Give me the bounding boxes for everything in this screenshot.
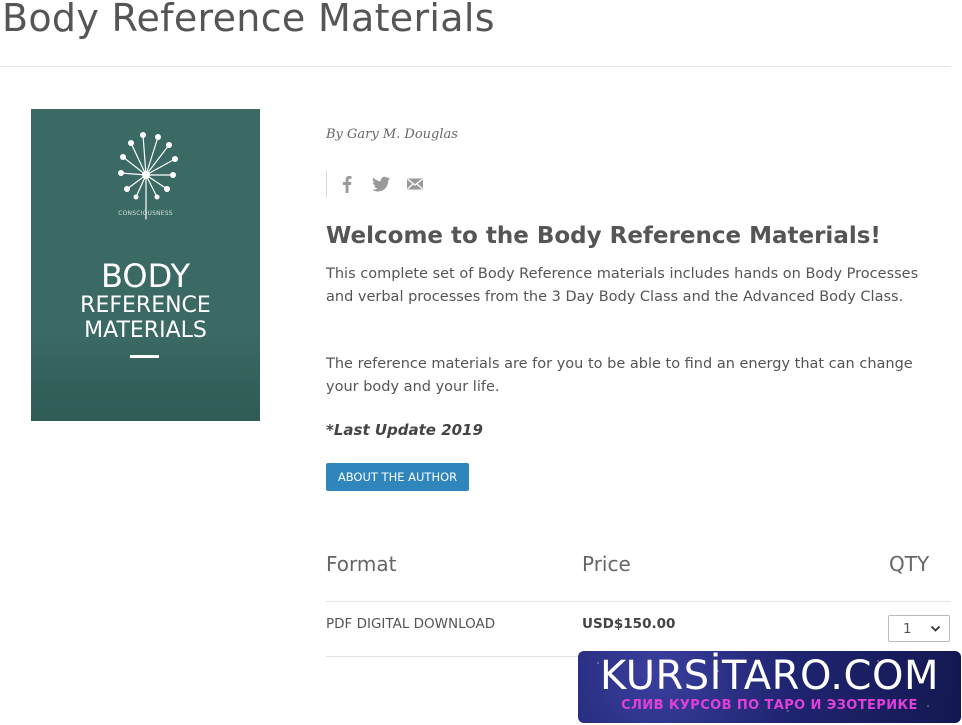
watermark-banner: KURSİTARO.COM СЛИВ КУРСОВ ПО ТАРО И ЭЗОТ… — [578, 651, 961, 723]
price-cell: USD$150.00 — [582, 616, 676, 632]
quantity-select[interactable]: 1 — [888, 615, 950, 642]
facebook-icon[interactable] — [337, 174, 357, 194]
about-author-button[interactable]: ABOUT THE AUTHOR — [326, 463, 469, 491]
description-paragraph: The reference materials are for you to b… — [326, 356, 913, 395]
description-paragraph: This complete set of Body Reference mate… — [326, 266, 919, 305]
cover-title-line2: REFERENCE — [80, 293, 211, 318]
chevron-down-icon — [930, 625, 941, 632]
share-bar — [326, 171, 425, 197]
twitter-icon[interactable] — [371, 174, 391, 194]
product-cover-image: CONSCIOUSNESS BODY REFERENCE MATERIALS — [31, 109, 260, 421]
table-divider — [326, 601, 951, 602]
last-update-note: *Last Update 2019 — [326, 421, 483, 439]
email-icon[interactable] — [405, 174, 425, 194]
column-header-format: Format — [326, 552, 397, 576]
title-divider — [0, 66, 951, 67]
author-byline[interactable]: By Gary M. Douglas — [326, 127, 458, 142]
cover-brand: CONSCIOUSNESS — [118, 210, 173, 217]
page-title: Body Reference Materials — [2, 0, 495, 40]
watermark-subtitle: СЛИВ КУРСОВ ПО ТАРО И ЭЗОТЕРИКЕ — [621, 698, 918, 713]
cover-title-line1: BODY — [100, 257, 190, 295]
cover-divider — [130, 355, 159, 358]
product-heading: Welcome to the Body Reference Materials! — [326, 223, 881, 249]
watermark-title: KURSİTARO.COM — [600, 653, 939, 699]
quantity-value: 1 — [903, 620, 912, 637]
dandelion-icon — [118, 132, 178, 220]
cover-title-line3: MATERIALS — [84, 318, 207, 343]
format-cell: PDF DIGITAL DOWNLOAD — [326, 616, 496, 632]
column-header-price: Price — [582, 552, 631, 576]
column-header-qty: QTY — [889, 552, 930, 576]
